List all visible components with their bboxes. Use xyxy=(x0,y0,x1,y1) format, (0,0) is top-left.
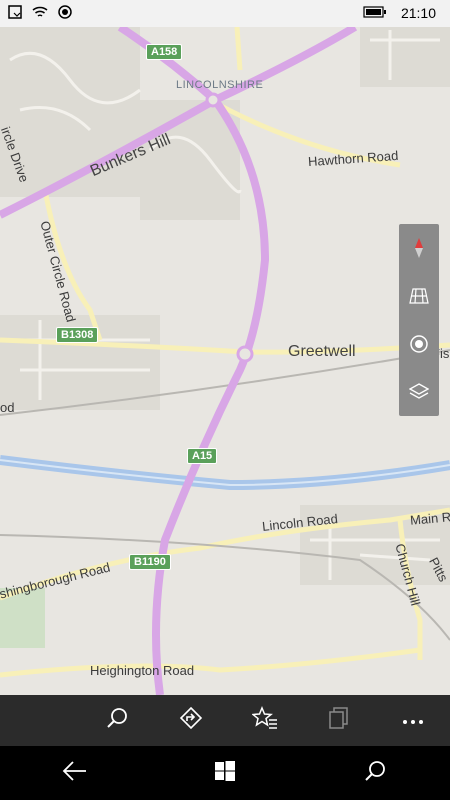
road-shield-b1190: B1190 xyxy=(129,554,171,570)
road-shield-b1308: B1308 xyxy=(56,327,99,343)
road-shield-a15: A15 xyxy=(187,448,218,464)
map-view-icon[interactable] xyxy=(399,272,439,320)
more-button[interactable] xyxy=(376,695,450,746)
start-button[interactable] xyxy=(180,746,270,800)
favorites-button[interactable] xyxy=(228,695,302,746)
search-icon xyxy=(363,759,387,788)
road-label-heighington: Heighington Road xyxy=(90,663,195,678)
north-arrow-icon[interactable] xyxy=(399,224,439,272)
directions-icon xyxy=(179,706,203,735)
search-button[interactable] xyxy=(80,695,154,746)
status-time: 21:10 xyxy=(400,5,436,21)
directions-button[interactable] xyxy=(154,695,228,746)
road-shield-a158: A158 xyxy=(146,44,183,60)
back-arrow-icon xyxy=(62,760,88,787)
region-label: LINCOLNSHIRE xyxy=(176,79,264,91)
location-icon xyxy=(58,5,72,22)
wifi-icon xyxy=(32,5,48,22)
notification-icon xyxy=(8,5,22,22)
map-view[interactable]: LINCOLNSHIRE Bunkers Hill Hawthorn Road … xyxy=(0,27,450,695)
map-controls xyxy=(399,224,439,416)
battery-icon xyxy=(363,5,387,21)
back-button[interactable] xyxy=(30,746,120,800)
favorites-icon xyxy=(251,706,278,735)
collections-button[interactable] xyxy=(302,695,376,746)
system-nav-bar xyxy=(0,746,450,800)
app-bar xyxy=(0,695,450,746)
status-bar: 21:10 xyxy=(0,0,450,27)
search-icon xyxy=(105,706,129,735)
windows-logo-icon xyxy=(214,760,236,787)
place-label-greetwell: Greetwell xyxy=(288,343,356,360)
locate-me-icon[interactable] xyxy=(399,320,439,368)
more-icon xyxy=(401,712,425,730)
layers-icon[interactable] xyxy=(399,368,439,416)
map-canvas xyxy=(0,27,450,695)
road-label-od: od xyxy=(0,400,15,415)
collections-icon xyxy=(327,706,351,735)
system-search-button[interactable] xyxy=(330,746,420,800)
